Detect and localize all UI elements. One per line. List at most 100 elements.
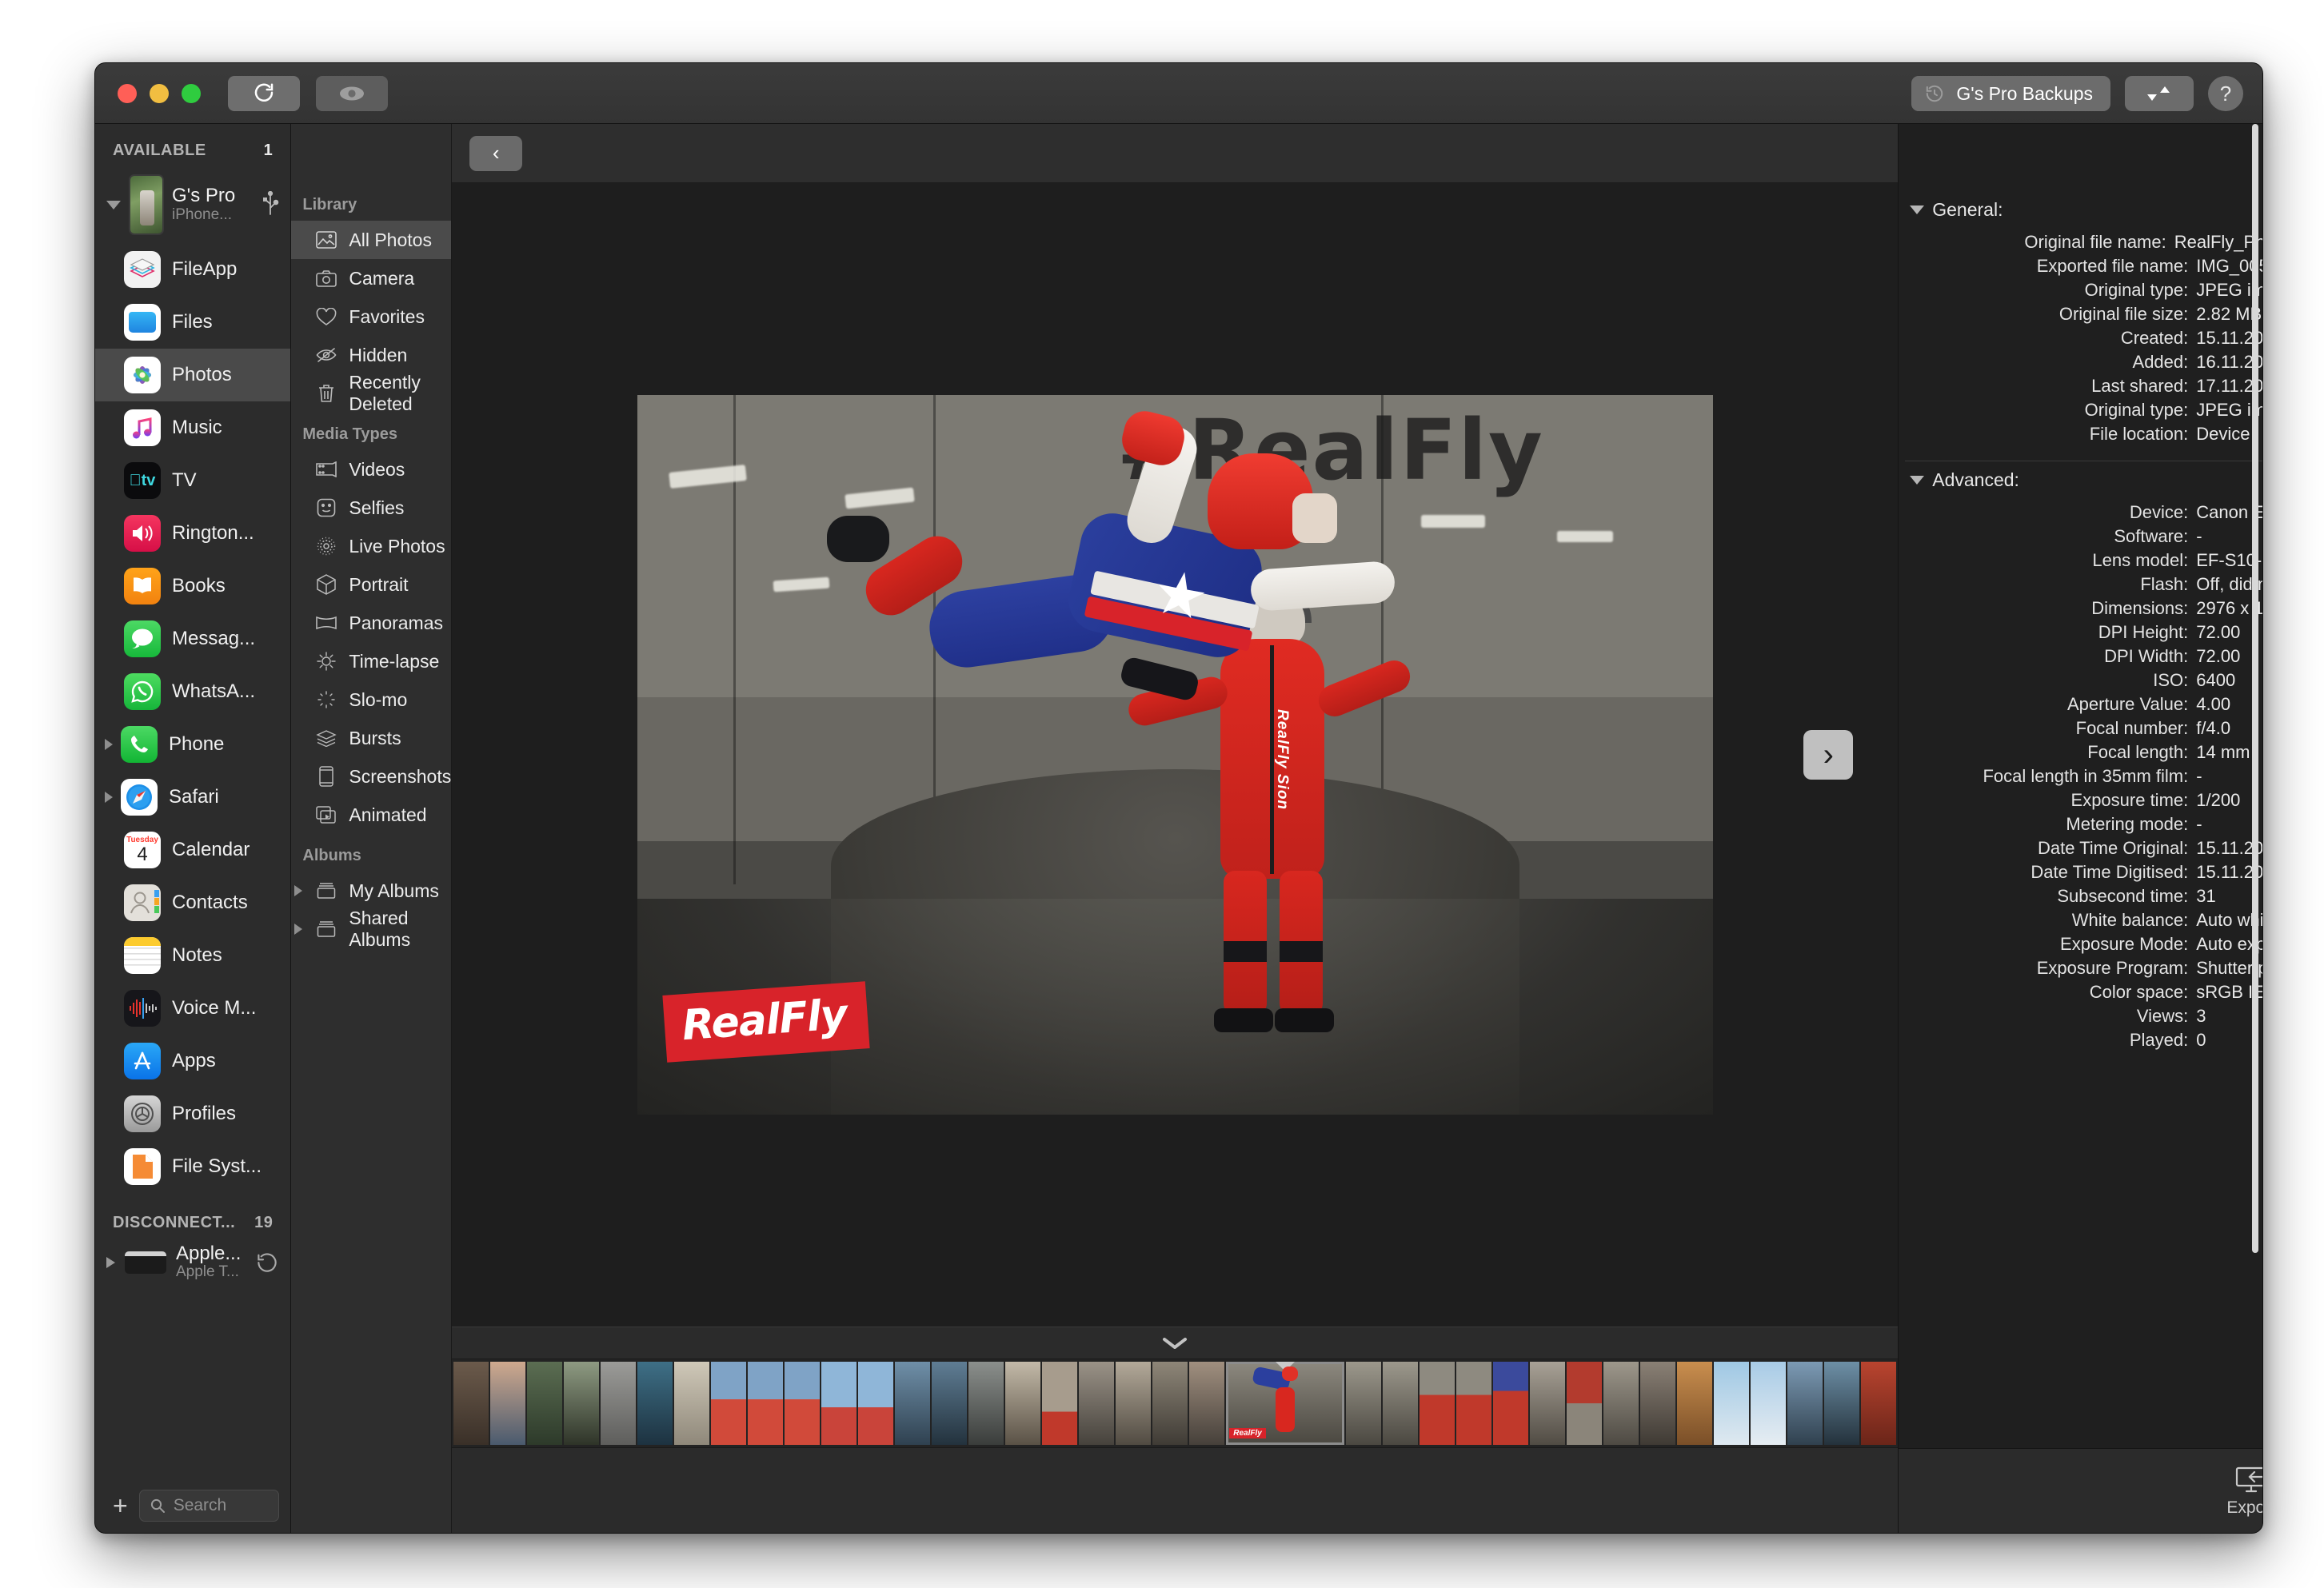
filmstrip-thumbnail[interactable]	[1824, 1362, 1860, 1445]
library-item-favorites[interactable]: Favorites	[291, 297, 451, 336]
device-disclosure-icon[interactable]	[106, 200, 121, 209]
disclosure-triangle-icon[interactable]	[294, 924, 303, 935]
sidebar-item-notes[interactable]: Notes	[95, 929, 290, 982]
transfer-button[interactable]	[2125, 76, 2194, 111]
add-device-button[interactable]: +	[113, 1493, 128, 1518]
library-item-all-photos[interactable]: All Photos	[291, 221, 452, 259]
export-button[interactable]: Export	[2226, 1466, 2262, 1518]
minimize-window-button[interactable]	[150, 83, 169, 103]
filmstrip-thumbnail[interactable]	[1383, 1362, 1419, 1445]
device-row[interactable]: G's Pro iPhone...	[95, 170, 290, 243]
library-item-selfies[interactable]: Selfies	[291, 489, 451, 527]
library-item-animated[interactable]: Animated	[291, 796, 451, 834]
backups-button[interactable]: G's Pro Backups	[1911, 76, 2110, 111]
filmstrip-thumbnail[interactable]	[785, 1362, 821, 1445]
filmstrip-thumbnail[interactable]	[821, 1362, 857, 1445]
library-item-my-albums[interactable]: My Albums	[291, 872, 451, 910]
filmstrip-thumbnail[interactable]	[1189, 1362, 1225, 1445]
filmstrip-thumbnail[interactable]	[564, 1362, 600, 1445]
library-item-portrait[interactable]: Portrait	[291, 565, 451, 604]
library-item-bursts[interactable]: Bursts	[291, 719, 451, 757]
library-item-shared-albums[interactable]: Shared Albums	[291, 908, 451, 950]
filmstrip-thumbnail[interactable]	[1152, 1362, 1188, 1445]
filmstrip-thumbnail[interactable]	[711, 1362, 747, 1445]
library-item-time-lapse[interactable]: Time-lapse	[291, 642, 451, 680]
back-button[interactable]: ‹	[469, 135, 523, 171]
filmstrip-thumbnail[interactable]	[1677, 1362, 1713, 1445]
sidebar-item-profiles[interactable]: Profiles	[95, 1087, 290, 1140]
filmstrip-thumbnail[interactable]	[1751, 1362, 1787, 1445]
filmstrip-thumbnail[interactable]	[1079, 1362, 1115, 1445]
filmstrip-thumbnail[interactable]	[1567, 1362, 1603, 1445]
library-item-videos[interactable]: Videos	[291, 450, 451, 489]
next-photo-button[interactable]: ›	[1803, 730, 1854, 780]
disclosure-triangle-icon[interactable]	[105, 792, 113, 803]
maximize-window-button[interactable]	[182, 83, 201, 103]
sidebar-item-voice-memos[interactable]: Voice M...	[95, 982, 290, 1035]
filmstrip-thumbnail[interactable]	[1493, 1362, 1529, 1445]
filmstrip-thumbnail[interactable]	[1640, 1362, 1676, 1445]
filmstrip-thumbnail-selected[interactable]: RealFly	[1226, 1362, 1345, 1445]
filmstrip-thumbnail[interactable]	[895, 1362, 931, 1445]
close-window-button[interactable]	[118, 83, 137, 103]
filmstrip-thumbnail[interactable]	[1346, 1362, 1382, 1445]
disclosure-triangle-icon[interactable]	[105, 739, 113, 750]
filmstrip-thumbnail[interactable]	[1042, 1362, 1078, 1445]
scrollbar-thumb[interactable]	[2252, 124, 2258, 1254]
disconnected-device-row[interactable]: Apple... Apple T...	[95, 1240, 290, 1284]
filmstrip-thumbnail[interactable]	[1420, 1362, 1455, 1445]
filmstrip-thumbnail[interactable]	[453, 1362, 489, 1445]
sidebar-item-whatsapp[interactable]: WhatsA...	[95, 665, 290, 718]
filmstrip-thumbnail[interactable]	[601, 1362, 637, 1445]
preview-toggle-button[interactable]	[316, 75, 388, 111]
sidebar-item-phone[interactable]: Phone	[95, 718, 290, 771]
filmstrip-thumbnail[interactable]	[637, 1362, 673, 1445]
collapse-triangle-icon[interactable]	[1910, 205, 1925, 214]
help-button[interactable]: ?	[2208, 76, 2243, 111]
filmstrip-thumbnail[interactable]	[1714, 1362, 1750, 1445]
filmstrip[interactable]: RealFly	[452, 1359, 1899, 1448]
library-item-panoramas[interactable]: Panoramas	[291, 604, 451, 642]
sidebar-item-photos[interactable]: Photos	[95, 349, 291, 401]
sidebar-item-music[interactable]: Music	[95, 401, 290, 454]
filmstrip-thumbnail[interactable]	[858, 1362, 894, 1445]
search-input[interactable]: Search	[138, 1490, 280, 1522]
library-item-screenshots[interactable]: Screenshots	[291, 757, 451, 796]
filmstrip-thumbnail[interactable]	[674, 1362, 710, 1445]
filmstrip-thumbnail[interactable]	[1005, 1362, 1041, 1445]
sidebar-item-fileapp[interactable]: FileApp	[95, 243, 290, 296]
sidebar-item-contacts[interactable]: Contacts	[95, 876, 290, 929]
filmstrip-thumbnail[interactable]	[1530, 1362, 1566, 1445]
history-clock-icon[interactable]	[255, 1251, 279, 1275]
refresh-button[interactable]	[228, 75, 300, 111]
metadata-scroll-area[interactable]: General: Original file name:RealFly_Phot…	[1899, 183, 2262, 1448]
metadata-scrollbar[interactable]	[2250, 124, 2260, 1437]
filmstrip-toggle-button[interactable]	[452, 1327, 1899, 1359]
disclosure-triangle-icon[interactable]	[294, 885, 303, 896]
sidebar-item-apps[interactable]: Apps	[95, 1035, 290, 1087]
filmstrip-thumbnail[interactable]	[1787, 1362, 1823, 1445]
advanced-section-header[interactable]: Advanced:	[1899, 461, 2262, 501]
filmstrip-thumbnail[interactable]	[1456, 1362, 1492, 1445]
photo-viewer[interactable]: #RealFly RealFly Sion ★ RealFly ›	[452, 183, 1899, 1327]
sidebar-item-messages[interactable]: Messag...	[95, 612, 290, 665]
sidebar-item-file-system[interactable]: File Syst...	[95, 1140, 290, 1193]
filmstrip-thumbnail[interactable]	[527, 1362, 563, 1445]
general-section-header[interactable]: General:	[1899, 191, 2262, 230]
filmstrip-thumbnail[interactable]	[1116, 1362, 1152, 1445]
filmstrip-thumbnail[interactable]	[1861, 1362, 1897, 1445]
sidebar-item-tv[interactable]: tv TV	[95, 454, 290, 507]
filmstrip-thumbnail[interactable]	[490, 1362, 526, 1445]
filmstrip-thumbnail[interactable]	[1603, 1362, 1639, 1445]
sidebar-item-ringtones[interactable]: Rington...	[95, 507, 290, 560]
filmstrip-thumbnail[interactable]	[748, 1362, 784, 1445]
sidebar-item-calendar[interactable]: Tuesday 4 Calendar	[95, 824, 290, 876]
filmstrip-thumbnail[interactable]	[932, 1362, 968, 1445]
library-item-live-photos[interactable]: Live Photos	[291, 527, 451, 565]
library-item-hidden[interactable]: Hidden	[291, 336, 451, 374]
sidebar-item-books[interactable]: Books	[95, 560, 290, 612]
library-item-slo-mo[interactable]: Slo-mo	[291, 680, 451, 719]
disconnected-disclosure-icon[interactable]	[106, 1256, 115, 1268]
library-item-recently-deleted[interactable]: Recently Deleted	[291, 372, 451, 414]
library-item-camera[interactable]: Camera	[291, 259, 451, 297]
